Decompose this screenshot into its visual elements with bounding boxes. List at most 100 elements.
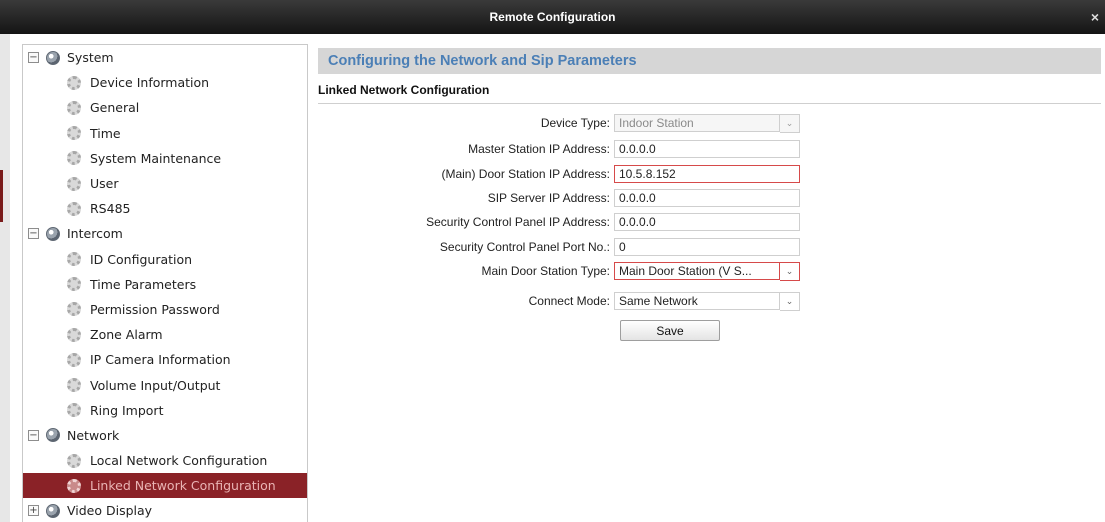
tree-item-label: Linked Network Configuration — [90, 478, 276, 494]
field-label: Security Control Panel Port No.: — [439, 240, 610, 254]
tree-item-device-information[interactable]: Device Information — [23, 70, 307, 95]
select-value: Same Network — [614, 291, 780, 310]
gear-icon — [67, 403, 81, 418]
gear-icon — [67, 453, 81, 468]
tree-item-permission-password[interactable]: Permission Password — [23, 297, 307, 322]
section-title: Linked Network Configuration — [318, 83, 490, 97]
tree-item-label: Device Information — [90, 75, 210, 91]
field-label: SIP Server IP Address: — [487, 191, 610, 205]
tree-group-system[interactable]: − System — [23, 45, 307, 70]
gear-icon — [67, 75, 81, 90]
tree-item-volume-input-output[interactable]: Volume Input/Output — [23, 372, 307, 397]
gear-icon — [67, 277, 81, 292]
field-label: Main Door Station Type: — [481, 264, 610, 278]
tree-item-linked-network-configuration[interactable]: Linked Network Configuration — [23, 473, 307, 499]
master-ip-row: Master Station IP Address: 0.0.0.0 — [318, 139, 1105, 159]
tree-group-video-display[interactable]: + Video Display — [23, 498, 307, 522]
tree-item-label: Volume Input/Output — [90, 377, 221, 393]
panel-ip-row: Security Control Panel IP Address: 0.0.0… — [318, 212, 1105, 232]
tree-item-time[interactable]: Time — [23, 121, 307, 146]
tree-item-label: RS485 — [90, 201, 131, 217]
device-type-row: Device Type: Indoor Station ⌄ — [318, 113, 1105, 133]
globe-icon — [46, 428, 60, 443]
panel-port-row: Security Control Panel Port No.: 0 — [318, 237, 1105, 257]
edge-marker — [0, 170, 3, 222]
tree-item-label: ID Configuration — [90, 251, 193, 267]
chevron-down-icon[interactable]: ⌄ — [780, 291, 800, 311]
security-panel-ip-input[interactable]: 0.0.0.0 — [614, 213, 800, 231]
tree-item-label: Permission Password — [90, 301, 220, 317]
field-label: (Main) Door Station IP Address: — [441, 167, 610, 181]
field-label: Master Station IP Address: — [468, 142, 610, 156]
sip-ip-row: SIP Server IP Address: 0.0.0.0 — [318, 188, 1105, 208]
tree-item-time-parameters[interactable]: Time Parameters — [23, 272, 307, 297]
main-door-station-type-select[interactable]: Main Door Station (V S... ⌄ — [614, 261, 800, 281]
tree-item-label: Ring Import — [90, 402, 164, 418]
gear-icon — [67, 201, 81, 216]
field-label: Connect Mode: — [528, 294, 610, 308]
tree-item-label: General — [90, 100, 140, 116]
chevron-down-icon[interactable]: ⌄ — [780, 113, 800, 133]
device-type-select[interactable]: Indoor Station ⌄ — [614, 113, 800, 133]
tree-item-label: Time — [90, 125, 121, 141]
gear-icon — [67, 327, 81, 342]
tree-item-user[interactable]: User — [23, 171, 307, 196]
save-button[interactable]: Save — [620, 320, 720, 341]
tree-item-label: Time Parameters — [90, 276, 197, 292]
tree-group-label: Network — [67, 427, 120, 443]
security-panel-port-input[interactable]: 0 — [614, 238, 800, 256]
chevron-down-icon[interactable]: ⌄ — [780, 261, 800, 281]
gear-icon — [67, 378, 81, 393]
window-left-edge — [0, 34, 10, 522]
tree-group-intercom[interactable]: − Intercom — [23, 221, 307, 246]
select-value: Main Door Station (V S... — [614, 261, 780, 280]
gear-icon — [67, 100, 81, 115]
window-title: Remote Configuration — [489, 10, 616, 24]
field-label: Security Control Panel IP Address: — [426, 215, 610, 229]
gear-icon — [67, 302, 81, 317]
globe-icon — [46, 503, 60, 518]
connect-mode-row: Connect Mode: Same Network ⌄ — [318, 291, 1105, 311]
tree-group-label: System — [67, 50, 114, 66]
sip-server-ip-input[interactable]: 0.0.0.0 — [614, 189, 800, 207]
section-divider — [318, 103, 1101, 104]
tree-item-local-network-configuration[interactable]: Local Network Configuration — [23, 448, 307, 473]
tree-group-label: Video Display — [67, 503, 153, 519]
gear-icon — [67, 352, 81, 367]
door-ip-row: (Main) Door Station IP Address: 10.5.8.1… — [318, 164, 1105, 184]
expand-icon[interactable]: + — [28, 505, 39, 517]
tree-item-ip-camera-information[interactable]: IP Camera Information — [23, 347, 307, 372]
tree-group-label: Intercom — [67, 226, 123, 242]
door-type-row: Main Door Station Type: Main Door Statio… — [318, 261, 1105, 281]
connect-mode-select[interactable]: Same Network ⌄ — [614, 291, 800, 311]
tree-item-rs485[interactable]: RS485 — [23, 196, 307, 221]
select-value: Indoor Station — [614, 113, 780, 132]
globe-icon — [46, 226, 60, 241]
tree-group-network[interactable]: − Network — [23, 423, 307, 448]
collapse-icon[interactable]: − — [28, 429, 39, 441]
gear-icon — [67, 126, 81, 141]
gear-icon — [67, 176, 81, 191]
panel-header: Configuring the Network and Sip Paramete… — [318, 48, 1101, 74]
tree-item-label: IP Camera Information — [90, 352, 231, 368]
door-station-ip-input[interactable]: 10.5.8.152 — [614, 165, 800, 183]
tree-item-general[interactable]: General — [23, 95, 307, 120]
collapse-icon[interactable]: − — [28, 52, 39, 64]
gear-icon — [67, 478, 81, 493]
title-bar: Remote Configuration × — [0, 0, 1105, 34]
globe-icon — [46, 50, 60, 65]
tree-item-id-configuration[interactable]: ID Configuration — [23, 247, 307, 272]
collapse-icon[interactable]: − — [28, 228, 39, 240]
master-station-ip-input[interactable]: 0.0.0.0 — [614, 140, 800, 158]
close-icon[interactable]: × — [1091, 9, 1099, 25]
tree-item-zone-alarm[interactable]: Zone Alarm — [23, 322, 307, 347]
tree-item-ring-import[interactable]: Ring Import — [23, 398, 307, 423]
tree-item-label: Local Network Configuration — [90, 453, 268, 469]
gear-icon — [67, 252, 81, 267]
field-label: Device Type: — [540, 116, 610, 130]
config-tree: − System Device Information General Time… — [22, 44, 308, 522]
tree-item-label: System Maintenance — [90, 150, 222, 166]
gear-icon — [67, 151, 81, 166]
tree-item-label: User — [90, 176, 119, 192]
tree-item-system-maintenance[interactable]: System Maintenance — [23, 146, 307, 171]
